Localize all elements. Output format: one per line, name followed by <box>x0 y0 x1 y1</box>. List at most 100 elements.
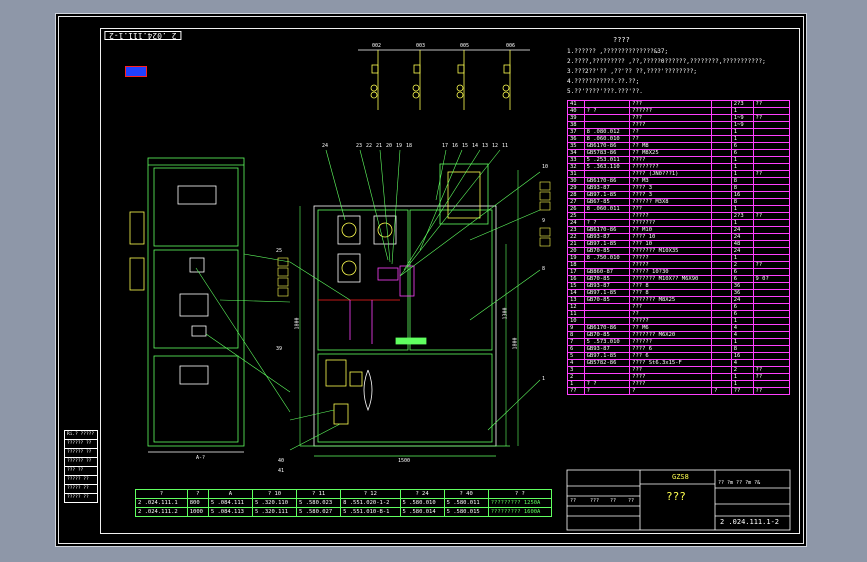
bom-cell <box>752 107 791 115</box>
bom-cell: ???? 10 <box>629 233 713 241</box>
bom-row: 20 GB70-85??????? M10X35 24 <box>567 247 791 255</box>
bom-cell: 24 <box>730 247 754 255</box>
cabinet-row: 2 .024.111.1 800 5 .084.111 5 .320.110 5 .58… <box>135 498 553 508</box>
bom-cell <box>711 373 732 381</box>
cabinet-cell: 5 .580.011 <box>443 498 489 508</box>
bom-row: 26 8 .060.011??? 1 <box>567 205 791 213</box>
bom-cell <box>711 163 732 171</box>
callout-number: 16 <box>452 143 459 149</box>
cabinet-header-cell: ? 24 <box>399 489 445 499</box>
title-block-number: 2 .024.111.1-2 <box>720 518 780 526</box>
bom-cell: 20 <box>567 247 585 255</box>
bom-cell: ? ? <box>583 107 631 115</box>
bom-header-cell: ? <box>583 387 631 395</box>
cabinet-cell: 5 .084.111 <box>207 498 253 508</box>
front-view-label: A-? <box>196 455 206 461</box>
callout-number: 12 <box>492 143 499 149</box>
bom-cell: ??? 8 <box>629 289 713 297</box>
bom-cell <box>752 338 791 346</box>
bom-cell <box>583 100 631 108</box>
bom-cell: 37 <box>567 128 585 136</box>
bom-cell: ?? M8 <box>629 142 713 150</box>
bom-cell: 21 <box>567 240 585 248</box>
bom-cell: ?? <box>752 212 791 220</box>
bom-cell <box>752 149 791 157</box>
bom-cell: 35 <box>567 142 585 150</box>
bom-cell: ?? <box>629 128 713 136</box>
bom-cell <box>752 184 791 192</box>
revision-row: ??? ?? <box>64 466 98 476</box>
bom-row: 6 GB93-87???? 6 8 <box>567 345 791 353</box>
bom-cell: 8 <box>730 184 754 192</box>
bom-cell: 8 .080.012 <box>583 128 631 136</box>
bom-cell <box>711 352 732 360</box>
revision-cell: ????? ?? <box>64 493 98 503</box>
bom-cell <box>711 324 732 332</box>
bom-cell: GB6170-86 <box>583 324 631 332</box>
bom-cell: 6 <box>730 310 754 318</box>
bom-cell: ????? <box>629 261 713 269</box>
bom-cell: 5 .363.110 <box>583 163 631 171</box>
bom-row: 3??? 2?? <box>567 366 791 374</box>
bom-cell: 13 <box>567 296 585 304</box>
callout-number: 41 <box>278 468 285 474</box>
bom-cell: ??? 6 <box>629 352 713 360</box>
bom-cell <box>752 317 791 325</box>
front-view <box>129 157 245 453</box>
bom-row: 41??? 2?3?? <box>567 100 791 108</box>
bom-row: 9 GB6170-86?? M6 4 <box>567 324 791 332</box>
bill-of-materials: 41??? 2?3?? 40? ??????? 1 39??? 1~9?? 38???? 1~… <box>567 100 791 395</box>
cabinet-cell: 1000 <box>186 507 209 517</box>
bom-cell: ?????? <box>629 107 713 115</box>
cabinet-cell: ????????? 1250A <box>487 498 553 508</box>
bom-cell: 15 <box>567 282 585 290</box>
bom-row: 38???? 1~9 <box>567 121 791 129</box>
cabinet-header-cell: ? 10 <box>251 489 298 499</box>
revision-row: ????? ?? <box>64 484 98 494</box>
bom-cell <box>711 296 732 304</box>
bom-cell <box>711 149 732 157</box>
bom-cell <box>752 359 791 367</box>
bom-row: 33 5 .253.011???? 1 <box>567 156 791 164</box>
single-line-002 <box>370 50 379 110</box>
cabinet-cell: 2 .024.111.1 <box>135 498 188 508</box>
bom-cell <box>752 191 791 199</box>
callout-number: 24 <box>322 143 329 149</box>
bom-cell <box>711 170 732 178</box>
bom-cell: 1 <box>730 170 754 178</box>
callout-number: 23 <box>356 143 363 149</box>
bom-cell: ???? (JN0???1) <box>629 170 713 178</box>
bom-row: 75 .573.010?????? 1 <box>567 338 791 346</box>
bom-cell: 16 <box>567 275 585 283</box>
bom-cell: 1 <box>730 317 754 325</box>
bom-cell: GB93-87 <box>583 233 631 241</box>
bom-row: 17 GB860-87????? 10?30 6 <box>567 268 791 276</box>
bom-cell: 36 <box>730 282 754 290</box>
cabinet-header-cell: ? 11 <box>296 489 342 499</box>
bom-cell <box>583 303 631 311</box>
callout-number: 1 <box>542 376 546 382</box>
bom-cell: ??? <box>629 100 713 108</box>
bom-cell: GB5782-86 <box>583 359 631 367</box>
revision-cell: ??? ?? <box>64 466 98 476</box>
bom-cell <box>711 254 732 262</box>
bom-cell <box>752 233 791 241</box>
bom-cell: ??????? M8X25 <box>629 296 713 304</box>
revision-block: Ri.? ??????????? ???????? ???????? ?????… <box>64 430 98 503</box>
bom-header-cell: ?? <box>730 387 754 395</box>
bom-cell: 1~9 <box>730 114 754 122</box>
bom-cell: ???? 6 <box>629 345 713 353</box>
bom-cell: GB97.1-85 <box>583 352 631 360</box>
bom-cell: ???? <box>629 121 713 129</box>
bom-cell: ????? <box>629 212 713 220</box>
bom-cell: 41 <box>567 100 585 108</box>
bom-cell: 1 <box>730 205 754 213</box>
bom-cell <box>711 317 732 325</box>
bom-cell: ??????? M10X?? M6X90 <box>629 275 713 283</box>
bom-cell: 31 <box>567 170 585 178</box>
bom-cell: 6 <box>730 268 754 276</box>
bom-cell: 1 <box>730 163 754 171</box>
bom-cell: GB93-87 <box>583 184 631 192</box>
callout-number: 9 <box>542 218 546 224</box>
bom-cell: 27 <box>567 198 585 206</box>
